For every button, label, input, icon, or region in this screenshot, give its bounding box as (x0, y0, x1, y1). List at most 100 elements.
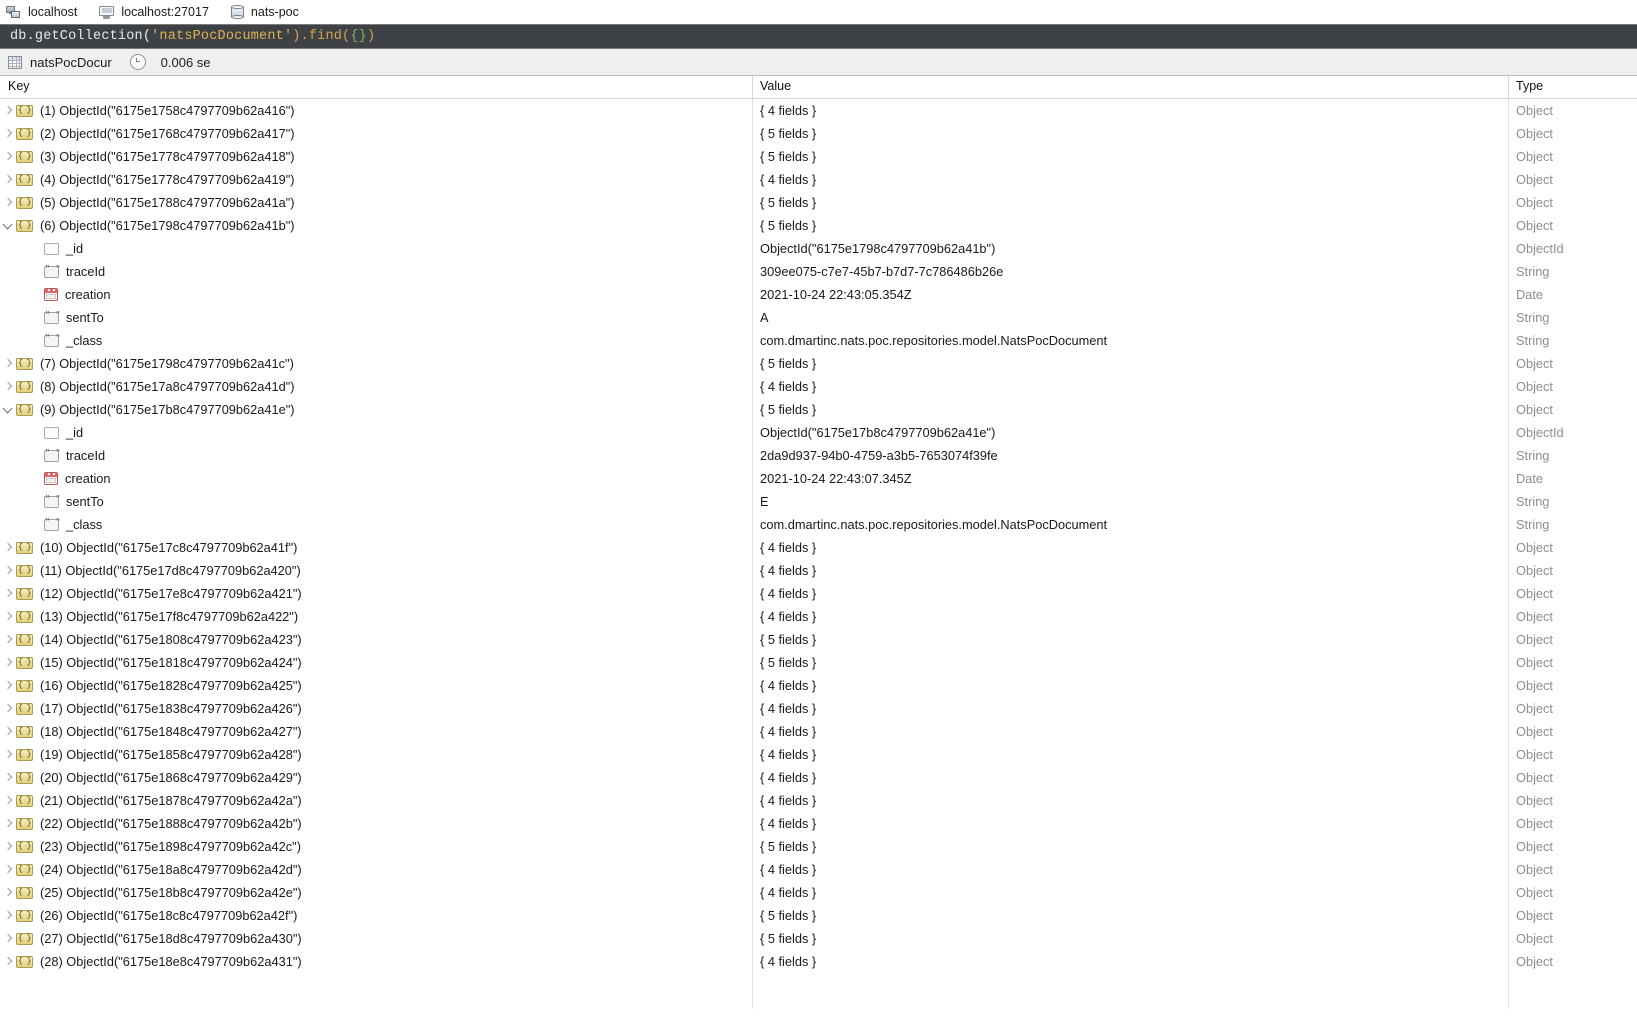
chevron-right-icon[interactable] (0, 582, 16, 605)
tree-row-key-cell[interactable]: _id (0, 237, 83, 260)
chevron-right-icon[interactable] (0, 168, 16, 191)
tree-row-document[interactable]: { } (25) ObjectId("6175e18b8c4797709b62a4… (0, 881, 1637, 904)
tree-row-field[interactable]: " " _class com.dmartinc.nats.poc.repositor… (0, 329, 1637, 352)
breadcrumb-item-database[interactable]: nats-poc (230, 5, 299, 19)
tree-row-document[interactable]: { } (19) ObjectId("6175e1858c4797709b62a4… (0, 743, 1637, 766)
tree-row-document[interactable]: { } (4) ObjectId("6175e1778c4797709b62a41… (0, 168, 1637, 191)
tree-row-document[interactable]: { } (20) ObjectId("6175e1868c4797709b62a4… (0, 766, 1637, 789)
tree-row-key-cell[interactable]: { } (9) ObjectId("6175e17b8c4797709b62a41… (0, 398, 295, 421)
tree-row-key-cell[interactable]: { } (20) ObjectId("6175e1868c4797709b62a4… (0, 766, 302, 789)
tree-row-document[interactable]: { } (7) ObjectId("6175e1798c4797709b62a41… (0, 352, 1637, 375)
tree-row-document[interactable]: { } (8) ObjectId("6175e17a8c4797709b62a41… (0, 375, 1637, 398)
tree-row-key-cell[interactable]: { } (4) ObjectId("6175e1778c4797709b62a41… (0, 168, 295, 191)
breadcrumb-item-host[interactable]: localhost:27017 (99, 5, 209, 19)
tree-row-document[interactable]: { } (3) ObjectId("6175e1778c4797709b62a41… (0, 145, 1637, 168)
tree-row-field[interactable]: creation 2021-10-24 22:43:07.345Z Date (0, 467, 1637, 490)
tree-row-key-cell[interactable]: " " traceId (0, 260, 105, 283)
chevron-right-icon[interactable] (0, 375, 16, 398)
tree-row-key-cell[interactable]: { } (14) ObjectId("6175e1808c4797709b62a4… (0, 628, 302, 651)
chevron-right-icon[interactable] (0, 628, 16, 651)
tree-row-document[interactable]: { } (9) ObjectId("6175e17b8c4797709b62a41… (0, 398, 1637, 421)
chevron-right-icon[interactable] (0, 191, 16, 214)
chevron-right-icon[interactable] (0, 789, 16, 812)
tree-row-key-cell[interactable]: { } (19) ObjectId("6175e1858c4797709b62a4… (0, 743, 302, 766)
tree-row-key-cell[interactable]: { } (6) ObjectId("6175e1798c4797709b62a41… (0, 214, 295, 237)
tree-row-field[interactable]: creation 2021-10-24 22:43:05.354Z Date (0, 283, 1637, 306)
tree-row-key-cell[interactable]: { } (24) ObjectId("6175e18a8c4797709b62a4… (0, 858, 302, 881)
tree-row-key-cell[interactable]: { } (27) ObjectId("6175e18d8c4797709b62a4… (0, 927, 302, 950)
tree-row-document[interactable]: { } (13) ObjectId("6175e17f8c4797709b62a4… (0, 605, 1637, 628)
tree-row-document[interactable]: { } (28) ObjectId("6175e18e8c4797709b62a4… (0, 950, 1637, 973)
tree-row-key-cell[interactable]: creation (0, 283, 111, 306)
tree-row-field[interactable]: " " sentTo A String (0, 306, 1637, 329)
chevron-right-icon[interactable] (0, 605, 16, 628)
query-editor[interactable]: db.getCollection('natsPocDocument').find… (0, 24, 1637, 49)
tree-row-field[interactable]: " " sentTo E String (0, 490, 1637, 513)
chevron-right-icon[interactable] (0, 145, 16, 168)
tree-row-field[interactable]: _id ObjectId("6175e17b8c4797709b62a41e") O… (0, 421, 1637, 444)
tree-row-document[interactable]: { } (23) ObjectId("6175e1898c4797709b62a4… (0, 835, 1637, 858)
tree-row-document[interactable]: { } (11) ObjectId("6175e17d8c4797709b62a4… (0, 559, 1637, 582)
chevron-right-icon[interactable] (0, 99, 16, 122)
tree-row-document[interactable]: { } (15) ObjectId("6175e1818c4797709b62a4… (0, 651, 1637, 674)
tree-row-key-cell[interactable]: { } (7) ObjectId("6175e1798c4797709b62a41… (0, 352, 294, 375)
chevron-right-icon[interactable] (0, 950, 16, 973)
chevron-down-icon[interactable] (0, 398, 16, 421)
tree-row-document[interactable]: { } (16) ObjectId("6175e1828c4797709b62a4… (0, 674, 1637, 697)
tree-row-document[interactable]: { } (27) ObjectId("6175e18d8c4797709b62a4… (0, 927, 1637, 950)
column-divider-value-type[interactable] (1508, 76, 1509, 98)
tree-row-document[interactable]: { } (18) ObjectId("6175e1848c4797709b62a4… (0, 720, 1637, 743)
tree-row-document[interactable]: { } (14) ObjectId("6175e1808c4797709b62a4… (0, 628, 1637, 651)
tree-row-key-cell[interactable]: { } (11) ObjectId("6175e17d8c4797709b62a4… (0, 559, 301, 582)
tree-row-document[interactable]: { } (2) ObjectId("6175e1768c4797709b62a41… (0, 122, 1637, 145)
tree-row-key-cell[interactable]: { } (8) ObjectId("6175e17a8c4797709b62a41… (0, 375, 295, 398)
tree-row-key-cell[interactable]: { } (26) ObjectId("6175e18c8c4797709b62a4… (0, 904, 297, 927)
tree-row-key-cell[interactable]: { } (2) ObjectId("6175e1768c4797709b62a41… (0, 122, 295, 145)
tree-row-key-cell[interactable]: { } (22) ObjectId("6175e1888c4797709b62a4… (0, 812, 302, 835)
tree-row-key-cell[interactable]: { } (13) ObjectId("6175e17f8c4797709b62a4… (0, 605, 298, 628)
tree-row-key-cell[interactable]: " " _class (0, 329, 102, 352)
chevron-right-icon[interactable] (0, 881, 16, 904)
chevron-right-icon[interactable] (0, 835, 16, 858)
chevron-right-icon[interactable] (0, 812, 16, 835)
results-tree[interactable]: { } (1) ObjectId("6175e1758c4797709b62a41… (0, 99, 1637, 1009)
chevron-down-icon[interactable] (0, 214, 16, 237)
column-header-value[interactable]: Value (760, 79, 791, 93)
tree-row-key-cell[interactable]: _id (0, 421, 83, 444)
chevron-right-icon[interactable] (0, 927, 16, 950)
chevron-right-icon[interactable] (0, 743, 16, 766)
tree-row-key-cell[interactable]: { } (25) ObjectId("6175e18b8c4797709b62a4… (0, 881, 302, 904)
tree-row-field[interactable]: " " _class com.dmartinc.nats.poc.repositor… (0, 513, 1637, 536)
tree-row-key-cell[interactable]: { } (23) ObjectId("6175e1898c4797709b62a4… (0, 835, 301, 858)
tree-row-key-cell[interactable]: { } (10) ObjectId("6175e17c8c4797709b62a4… (0, 536, 297, 559)
tab-result-natspocdocument[interactable]: natsPocDocur 0.006 se (8, 54, 211, 70)
chevron-right-icon[interactable] (0, 697, 16, 720)
tree-row-key-cell[interactable]: " " sentTo (0, 306, 104, 329)
tree-row-document[interactable]: { } (21) ObjectId("6175e1878c4797709b62a4… (0, 789, 1637, 812)
tree-row-key-cell[interactable]: { } (5) ObjectId("6175e1788c4797709b62a41… (0, 191, 295, 214)
tree-row-document[interactable]: { } (26) ObjectId("6175e18c8c4797709b62a4… (0, 904, 1637, 927)
tree-row-document[interactable]: { } (22) ObjectId("6175e1888c4797709b62a4… (0, 812, 1637, 835)
tree-row-key-cell[interactable]: { } (15) ObjectId("6175e1818c4797709b62a4… (0, 651, 302, 674)
tree-row-key-cell[interactable]: " " traceId (0, 444, 105, 467)
tree-row-field[interactable]: " " traceId 2da9d937-94b0-4759-a3b5-765307… (0, 444, 1637, 467)
tree-row-key-cell[interactable]: { } (16) ObjectId("6175e1828c4797709b62a4… (0, 674, 302, 697)
tree-row-document[interactable]: { } (5) ObjectId("6175e1788c4797709b62a41… (0, 191, 1637, 214)
tree-row-key-cell[interactable]: { } (3) ObjectId("6175e1778c4797709b62a41… (0, 145, 295, 168)
tree-row-key-cell[interactable]: " " _class (0, 513, 102, 536)
tree-row-document[interactable]: { } (10) ObjectId("6175e17c8c4797709b62a4… (0, 536, 1637, 559)
chevron-right-icon[interactable] (0, 122, 16, 145)
chevron-right-icon[interactable] (0, 559, 16, 582)
tree-row-key-cell[interactable]: { } (1) ObjectId("6175e1758c4797709b62a41… (0, 99, 295, 122)
tree-row-document[interactable]: { } (17) ObjectId("6175e1838c4797709b62a4… (0, 697, 1637, 720)
chevron-right-icon[interactable] (0, 352, 16, 375)
tree-row-key-cell[interactable]: { } (17) ObjectId("6175e1838c4797709b62a4… (0, 697, 302, 720)
chevron-right-icon[interactable] (0, 858, 16, 881)
breadcrumb-item-connection[interactable]: localhost (6, 5, 77, 19)
chevron-right-icon[interactable] (0, 536, 16, 559)
column-header-type[interactable]: Type (1516, 79, 1543, 93)
tree-row-key-cell[interactable]: { } (18) ObjectId("6175e1848c4797709b62a4… (0, 720, 302, 743)
tree-row-key-cell[interactable]: " " sentTo (0, 490, 104, 513)
tree-row-field[interactable]: " " traceId 309ee075-c7e7-45b7-b7d7-7c7864… (0, 260, 1637, 283)
chevron-right-icon[interactable] (0, 766, 16, 789)
